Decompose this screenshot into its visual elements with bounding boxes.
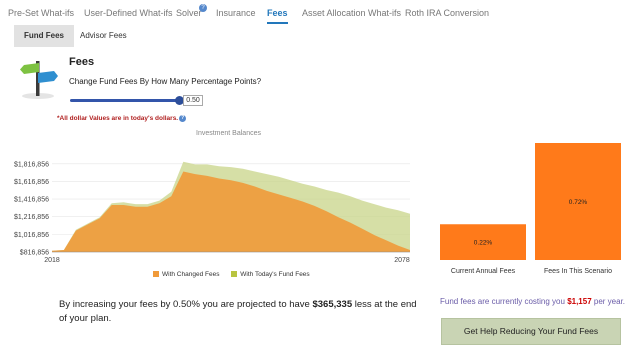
fees-title: Fees bbox=[69, 56, 95, 68]
summary-text: By increasing your fees by 0.50% you are… bbox=[59, 298, 419, 326]
legend-swatch-changed bbox=[153, 271, 159, 277]
summary-amount: $365,335 bbox=[312, 299, 353, 310]
dollar-note-text: *All dollar Values are in today's dollar… bbox=[57, 115, 179, 122]
y-tick-label: $1,216,856 bbox=[14, 214, 49, 221]
y-tick-label: $1,816,856 bbox=[14, 161, 49, 168]
fee-comparison-chart: 0.22% Current Annual Fees 0.72% Fees In Thi… bbox=[440, 143, 621, 275]
tab-user-defined-what-ifs[interactable]: User-Defined What-ifs bbox=[84, 8, 173, 18]
signpost-icon bbox=[20, 61, 58, 99]
tab-pre-set-what-ifs[interactable]: Pre-Set What-ifs bbox=[8, 8, 74, 18]
bar-value-label: 0.72% bbox=[569, 199, 588, 206]
bar-category-label: Current Annual Fees bbox=[451, 268, 516, 275]
y-tick-label: $1,416,856 bbox=[14, 197, 49, 204]
x-tick-label: 2018 bbox=[44, 257, 60, 264]
info-icon[interactable]: ? bbox=[179, 115, 187, 122]
tab-fees[interactable]: Fees bbox=[267, 8, 288, 24]
bar-category-label: Fees In This Scenario bbox=[544, 268, 612, 275]
tab-roth-ira-conversion[interactable]: Roth IRA Conversion bbox=[405, 8, 489, 18]
cost-post: per year. bbox=[593, 297, 626, 306]
summary-pre: By increasing your fees by 0.50% you are… bbox=[59, 299, 310, 310]
investment-balances-chart: $816,856 $1,016,856 $1,216,856 $1,416,856 $1… bbox=[14, 161, 410, 264]
x-tick-label: 2078 bbox=[394, 257, 410, 264]
dollar-note: *All dollar Values are in today's dollar… bbox=[57, 115, 187, 122]
fee-cost-line: Fund fees are currently costing you $1,1… bbox=[440, 297, 625, 306]
subtab-fund-fees[interactable]: Fund Fees bbox=[14, 25, 75, 47]
tab-asset-allocation-what-ifs[interactable]: Asset Allocation What-ifs bbox=[302, 8, 401, 18]
y-tick-label: $1,616,856 bbox=[14, 179, 49, 186]
tab-insurance[interactable]: Insurance bbox=[216, 8, 256, 18]
get-help-button[interactable]: Get Help Reducing Your Fund Fees bbox=[441, 318, 621, 345]
y-tick-label: $1,016,856 bbox=[14, 232, 49, 239]
y-tick-label: $816,856 bbox=[20, 250, 49, 257]
fees-question: Change Fund Fees By How Many Percentage … bbox=[69, 77, 262, 86]
cost-pre: Fund fees are currently costing you bbox=[440, 297, 565, 306]
legend-label-todays: With Today's Fund Fees bbox=[240, 271, 310, 278]
legend-changed-fees[interactable]: With Changed Fees bbox=[153, 271, 219, 278]
top-nav: Pre-Set What-ifs User-Defined What-ifs S… bbox=[0, 0, 628, 24]
chart-legend: With Changed Fees With Today's Fund Fees bbox=[153, 271, 320, 278]
solver-help-icon[interactable]: ? bbox=[199, 4, 207, 12]
chart-title: Investment Balances bbox=[196, 130, 261, 137]
legend-swatch-todays bbox=[231, 271, 238, 277]
bar-value-label: 0.22% bbox=[474, 240, 493, 247]
fee-slider-value[interactable]: 0.50 bbox=[183, 95, 203, 106]
tab-solver[interactable]: Solver bbox=[176, 8, 202, 18]
fee-slider-track[interactable] bbox=[70, 99, 180, 102]
cost-amount: $1,157 bbox=[567, 297, 592, 306]
legend-todays-fees[interactable]: With Today's Fund Fees bbox=[231, 271, 310, 278]
subtab-advisor-fees[interactable]: Advisor Fees bbox=[70, 25, 137, 47]
legend-label-changed: With Changed Fees bbox=[162, 271, 220, 278]
